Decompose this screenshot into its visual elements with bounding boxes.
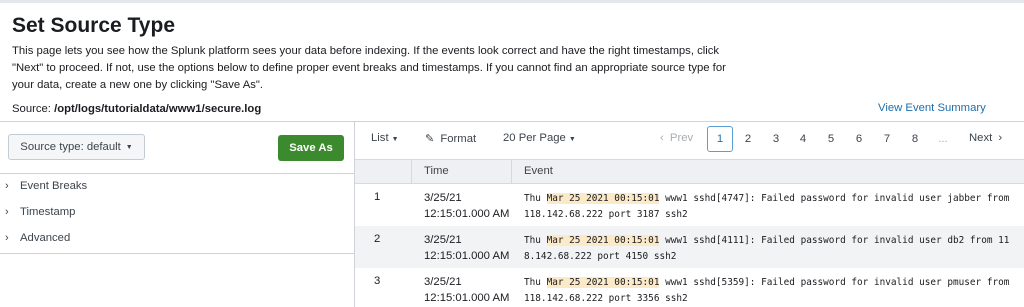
event-prefix: Thu	[524, 235, 547, 246]
event-time: 3/25/21 12:15:01.000 AM	[424, 190, 509, 222]
top-border	[0, 0, 1024, 3]
chevron-left-icon: ‹	[660, 132, 664, 144]
table-row[interactable]: 2 3/25/21 12:15:01.000 AM Thu Mar 25 202…	[355, 226, 1024, 268]
event-line-1: Thu Mar 25 2021 00:15:01 www1 sshd[5359]…	[524, 275, 1018, 291]
next-label: Next	[969, 132, 993, 144]
event-text: Thu Mar 25 2021 00:15:01 www1 sshd[5359]…	[524, 275, 1018, 307]
page-3[interactable]: 3	[763, 126, 789, 152]
row-index: 1	[374, 191, 381, 203]
row-index: 3	[374, 275, 381, 287]
event-date: 3/25/21	[424, 276, 462, 288]
event-line-2: 118.142.68.222 port 3187 ssh2	[524, 209, 688, 220]
prev-label: Prev	[669, 132, 694, 144]
source-type-label: Source type: default	[20, 141, 121, 153]
row-index: 2	[374, 233, 381, 245]
event-time: 3/25/21 12:15:01.000 AM	[424, 274, 509, 306]
list-label: List	[371, 132, 389, 144]
accordion-label: Event Breaks	[20, 180, 88, 192]
description-line: "Next" to proceed. If not, use the optio…	[12, 62, 726, 74]
event-clock: 12:15:01.000 AM	[424, 292, 510, 304]
pencil-icon: ✎	[425, 133, 435, 145]
page-2[interactable]: 2	[735, 126, 761, 152]
accordion-timestamp[interactable]: › Timestamp	[0, 199, 354, 225]
table-row[interactable]: 1 3/25/21 12:15:01.000 AM Thu Mar 25 202…	[355, 184, 1024, 226]
table-row[interactable]: 3 3/25/21 12:15:01.000 AM Thu Mar 25 202…	[355, 268, 1024, 307]
event-text: Thu Mar 25 2021 00:15:01 www1 sshd[4111]…	[524, 233, 1018, 265]
per-page-dropdown[interactable]: 20 Per Page ▼	[503, 132, 576, 144]
event-timestamp-highlight: Mar 25 2021 00:15:01	[546, 193, 660, 204]
event-prefix: Thu	[524, 277, 547, 288]
chevron-right-icon: ›	[5, 180, 9, 192]
page-1[interactable]: 1	[707, 126, 733, 152]
pager-next[interactable]: Next ›	[969, 132, 1002, 144]
accordion-advanced[interactable]: › Advanced	[0, 225, 354, 251]
event-clock: 12:15:01.000 AM	[424, 208, 510, 220]
event-line-2: 118.142.68.222 port 3356 ssh2	[524, 293, 688, 304]
column-header-time[interactable]: Time	[424, 165, 449, 177]
chevron-right-icon: ›	[5, 232, 9, 244]
pager-prev[interactable]: ‹ Prev	[660, 132, 693, 144]
event-line-1: Thu Mar 25 2021 00:15:01 www1 sshd[4747]…	[524, 191, 1018, 207]
page-title: Set Source Type	[12, 14, 175, 37]
pager-ellipsis: ...	[938, 133, 948, 145]
view-event-summary-link[interactable]: View Event Summary	[878, 102, 986, 114]
column-header-event[interactable]: Event	[524, 165, 553, 177]
caret-down-icon: ▼	[391, 136, 399, 143]
accordion-label: Advanced	[20, 232, 71, 244]
chevron-right-icon: ›	[998, 132, 1003, 144]
event-rest: www1 sshd[5359]: Failed password for inv…	[659, 277, 1010, 288]
description-line: your data, create a new one by clicking …	[12, 79, 264, 91]
column-divider	[411, 160, 412, 183]
page-5[interactable]: 5	[818, 126, 844, 152]
accordion-event-breaks[interactable]: › Event Breaks	[0, 173, 354, 199]
left-panel-bottom-divider	[0, 253, 354, 254]
page-7[interactable]: 7	[874, 126, 900, 152]
format-menu[interactable]: ✎ Format	[425, 132, 476, 145]
per-page-label: 20 Per Page	[503, 132, 566, 144]
event-rest: www1 sshd[4111]: Failed password for inv…	[659, 235, 1010, 246]
table-header: Time Event	[355, 159, 1024, 184]
section-divider	[0, 121, 1024, 122]
event-timestamp-highlight: Mar 25 2021 00:15:01	[546, 235, 660, 246]
accordion-label: Timestamp	[20, 206, 76, 218]
source-info: Source: /opt/logs/tutorialdata/www1/secu…	[12, 103, 261, 115]
source-label: Source:	[12, 103, 51, 115]
event-timestamp-highlight: Mar 25 2021 00:15:01	[546, 277, 660, 288]
page-8[interactable]: 8	[902, 126, 928, 152]
description-line: This page lets you see how the Splunk pl…	[12, 45, 720, 57]
column-divider	[511, 160, 512, 183]
caret-down-icon: ▼	[125, 143, 133, 151]
source-type-dropdown[interactable]: Source type: default ▼	[8, 134, 145, 160]
page-6[interactable]: 6	[846, 126, 872, 152]
event-prefix: Thu	[524, 193, 547, 204]
event-clock: 12:15:01.000 AM	[424, 250, 510, 262]
event-time: 3/25/21 12:15:01.000 AM	[424, 232, 509, 264]
event-line-2: 8.142.68.222 port 4150 ssh2	[524, 251, 677, 262]
save-as-button[interactable]: Save As	[278, 135, 344, 161]
list-view-dropdown[interactable]: List ▼	[371, 132, 399, 144]
event-rest: www1 sshd[4747]: Failed password for inv…	[659, 193, 1010, 204]
chevron-right-icon: ›	[5, 206, 9, 218]
page-description: This page lets you see how the Splunk pl…	[12, 43, 752, 94]
page-4[interactable]: 4	[790, 126, 816, 152]
event-date: 3/25/21	[424, 234, 462, 246]
format-label: Format	[440, 133, 477, 145]
source-path: /opt/logs/tutorialdata/www1/secure.log	[54, 103, 262, 115]
caret-down-icon: ▼	[568, 136, 576, 143]
event-text: Thu Mar 25 2021 00:15:01 www1 sshd[4747]…	[524, 191, 1018, 223]
event-date: 3/25/21	[424, 192, 462, 204]
event-line-1: Thu Mar 25 2021 00:15:01 www1 sshd[4111]…	[524, 233, 1018, 249]
